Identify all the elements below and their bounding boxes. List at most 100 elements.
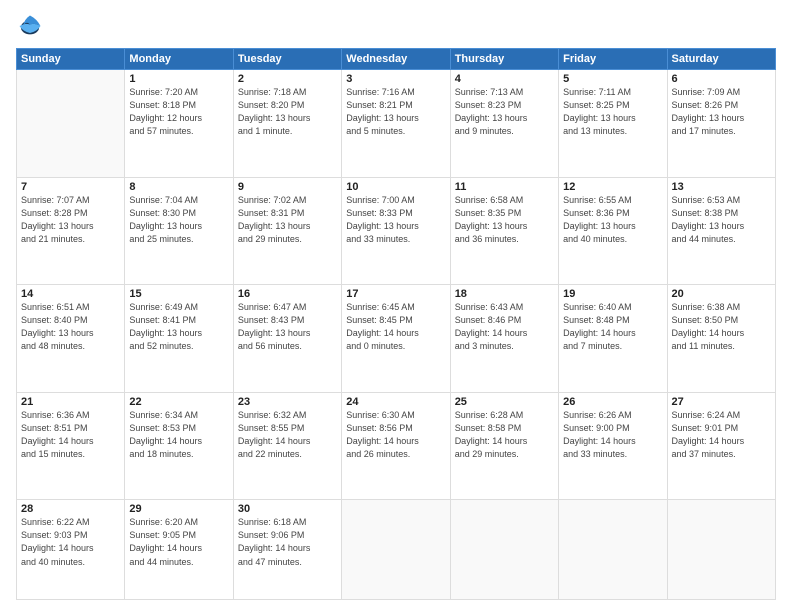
- day-info: Sunrise: 6:55 AM Sunset: 8:36 PM Dayligh…: [563, 194, 662, 246]
- day-number: 6: [672, 73, 771, 85]
- day-number: 29: [129, 503, 228, 515]
- calendar-cell: 12Sunrise: 6:55 AM Sunset: 8:36 PM Dayli…: [559, 177, 667, 285]
- day-number: 5: [563, 73, 662, 85]
- calendar-cell: 25Sunrise: 6:28 AM Sunset: 8:58 PM Dayli…: [450, 392, 558, 500]
- calendar-cell: 22Sunrise: 6:34 AM Sunset: 8:53 PM Dayli…: [125, 392, 233, 500]
- calendar-cell: 6Sunrise: 7:09 AM Sunset: 8:26 PM Daylig…: [667, 70, 775, 178]
- calendar-header-saturday: Saturday: [667, 49, 775, 70]
- calendar-header-thursday: Thursday: [450, 49, 558, 70]
- day-number: 11: [455, 181, 554, 193]
- day-info: Sunrise: 6:51 AM Sunset: 8:40 PM Dayligh…: [21, 301, 120, 353]
- page: SundayMondayTuesdayWednesdayThursdayFrid…: [0, 0, 792, 612]
- calendar-cell: 5Sunrise: 7:11 AM Sunset: 8:25 PM Daylig…: [559, 70, 667, 178]
- day-info: Sunrise: 7:16 AM Sunset: 8:21 PM Dayligh…: [346, 86, 445, 138]
- day-info: Sunrise: 6:49 AM Sunset: 8:41 PM Dayligh…: [129, 301, 228, 353]
- day-info: Sunrise: 7:20 AM Sunset: 8:18 PM Dayligh…: [129, 86, 228, 138]
- day-number: 19: [563, 288, 662, 300]
- day-number: 13: [672, 181, 771, 193]
- day-info: Sunrise: 7:02 AM Sunset: 8:31 PM Dayligh…: [238, 194, 337, 246]
- calendar-cell: 9Sunrise: 7:02 AM Sunset: 8:31 PM Daylig…: [233, 177, 341, 285]
- calendar-cell: 15Sunrise: 6:49 AM Sunset: 8:41 PM Dayli…: [125, 285, 233, 393]
- day-info: Sunrise: 6:40 AM Sunset: 8:48 PM Dayligh…: [563, 301, 662, 353]
- calendar-cell: 24Sunrise: 6:30 AM Sunset: 8:56 PM Dayli…: [342, 392, 450, 500]
- day-info: Sunrise: 6:47 AM Sunset: 8:43 PM Dayligh…: [238, 301, 337, 353]
- day-number: 10: [346, 181, 445, 193]
- calendar-cell: 17Sunrise: 6:45 AM Sunset: 8:45 PM Dayli…: [342, 285, 450, 393]
- calendar-cell: 4Sunrise: 7:13 AM Sunset: 8:23 PM Daylig…: [450, 70, 558, 178]
- calendar-cell: 19Sunrise: 6:40 AM Sunset: 8:48 PM Dayli…: [559, 285, 667, 393]
- calendar-header-tuesday: Tuesday: [233, 49, 341, 70]
- calendar-cell: 28Sunrise: 6:22 AM Sunset: 9:03 PM Dayli…: [17, 500, 125, 600]
- calendar-cell: 11Sunrise: 6:58 AM Sunset: 8:35 PM Dayli…: [450, 177, 558, 285]
- calendar-cell: [450, 500, 558, 600]
- day-info: Sunrise: 6:32 AM Sunset: 8:55 PM Dayligh…: [238, 409, 337, 461]
- calendar-cell: [342, 500, 450, 600]
- day-number: 30: [238, 503, 337, 515]
- logo-icon: [16, 12, 44, 40]
- calendar-cell: 21Sunrise: 6:36 AM Sunset: 8:51 PM Dayli…: [17, 392, 125, 500]
- day-number: 27: [672, 396, 771, 408]
- day-number: 9: [238, 181, 337, 193]
- calendar-cell: 26Sunrise: 6:26 AM Sunset: 9:00 PM Dayli…: [559, 392, 667, 500]
- day-number: 21: [21, 396, 120, 408]
- calendar-cell: 29Sunrise: 6:20 AM Sunset: 9:05 PM Dayli…: [125, 500, 233, 600]
- calendar-cell: 20Sunrise: 6:38 AM Sunset: 8:50 PM Dayli…: [667, 285, 775, 393]
- day-number: 18: [455, 288, 554, 300]
- day-number: 1: [129, 73, 228, 85]
- day-info: Sunrise: 7:11 AM Sunset: 8:25 PM Dayligh…: [563, 86, 662, 138]
- day-number: 2: [238, 73, 337, 85]
- day-number: 26: [563, 396, 662, 408]
- calendar-cell: 14Sunrise: 6:51 AM Sunset: 8:40 PM Dayli…: [17, 285, 125, 393]
- calendar-cell: [667, 500, 775, 600]
- day-info: Sunrise: 6:45 AM Sunset: 8:45 PM Dayligh…: [346, 301, 445, 353]
- calendar-cell: 30Sunrise: 6:18 AM Sunset: 9:06 PM Dayli…: [233, 500, 341, 600]
- day-info: Sunrise: 7:13 AM Sunset: 8:23 PM Dayligh…: [455, 86, 554, 138]
- day-info: Sunrise: 7:09 AM Sunset: 8:26 PM Dayligh…: [672, 86, 771, 138]
- logo: [16, 12, 48, 40]
- day-number: 22: [129, 396, 228, 408]
- calendar-cell: 1Sunrise: 7:20 AM Sunset: 8:18 PM Daylig…: [125, 70, 233, 178]
- day-number: 15: [129, 288, 228, 300]
- day-number: 16: [238, 288, 337, 300]
- header: [16, 12, 776, 40]
- day-info: Sunrise: 7:07 AM Sunset: 8:28 PM Dayligh…: [21, 194, 120, 246]
- calendar-table: SundayMondayTuesdayWednesdayThursdayFrid…: [16, 48, 776, 600]
- calendar-cell: 18Sunrise: 6:43 AM Sunset: 8:46 PM Dayli…: [450, 285, 558, 393]
- calendar-cell: 16Sunrise: 6:47 AM Sunset: 8:43 PM Dayli…: [233, 285, 341, 393]
- calendar-header-row: SundayMondayTuesdayWednesdayThursdayFrid…: [17, 49, 776, 70]
- calendar-cell: 8Sunrise: 7:04 AM Sunset: 8:30 PM Daylig…: [125, 177, 233, 285]
- day-info: Sunrise: 7:18 AM Sunset: 8:20 PM Dayligh…: [238, 86, 337, 138]
- calendar-cell: 23Sunrise: 6:32 AM Sunset: 8:55 PM Dayli…: [233, 392, 341, 500]
- day-number: 4: [455, 73, 554, 85]
- day-info: Sunrise: 6:28 AM Sunset: 8:58 PM Dayligh…: [455, 409, 554, 461]
- calendar-header-friday: Friday: [559, 49, 667, 70]
- day-info: Sunrise: 6:24 AM Sunset: 9:01 PM Dayligh…: [672, 409, 771, 461]
- calendar-cell: 27Sunrise: 6:24 AM Sunset: 9:01 PM Dayli…: [667, 392, 775, 500]
- day-number: 8: [129, 181, 228, 193]
- day-number: 3: [346, 73, 445, 85]
- day-info: Sunrise: 6:20 AM Sunset: 9:05 PM Dayligh…: [129, 516, 228, 568]
- day-info: Sunrise: 6:38 AM Sunset: 8:50 PM Dayligh…: [672, 301, 771, 353]
- day-number: 23: [238, 396, 337, 408]
- day-info: Sunrise: 6:36 AM Sunset: 8:51 PM Dayligh…: [21, 409, 120, 461]
- calendar-header-monday: Monday: [125, 49, 233, 70]
- calendar-header-sunday: Sunday: [17, 49, 125, 70]
- calendar-header-wednesday: Wednesday: [342, 49, 450, 70]
- calendar-cell: 3Sunrise: 7:16 AM Sunset: 8:21 PM Daylig…: [342, 70, 450, 178]
- day-number: 12: [563, 181, 662, 193]
- day-info: Sunrise: 6:26 AM Sunset: 9:00 PM Dayligh…: [563, 409, 662, 461]
- day-info: Sunrise: 7:00 AM Sunset: 8:33 PM Dayligh…: [346, 194, 445, 246]
- calendar-cell: 10Sunrise: 7:00 AM Sunset: 8:33 PM Dayli…: [342, 177, 450, 285]
- day-number: 7: [21, 181, 120, 193]
- day-info: Sunrise: 6:43 AM Sunset: 8:46 PM Dayligh…: [455, 301, 554, 353]
- day-info: Sunrise: 6:30 AM Sunset: 8:56 PM Dayligh…: [346, 409, 445, 461]
- day-number: 25: [455, 396, 554, 408]
- day-number: 20: [672, 288, 771, 300]
- calendar-cell: 7Sunrise: 7:07 AM Sunset: 8:28 PM Daylig…: [17, 177, 125, 285]
- calendar-cell: [17, 70, 125, 178]
- day-number: 28: [21, 503, 120, 515]
- day-number: 14: [21, 288, 120, 300]
- day-info: Sunrise: 6:53 AM Sunset: 8:38 PM Dayligh…: [672, 194, 771, 246]
- day-info: Sunrise: 7:04 AM Sunset: 8:30 PM Dayligh…: [129, 194, 228, 246]
- day-info: Sunrise: 6:58 AM Sunset: 8:35 PM Dayligh…: [455, 194, 554, 246]
